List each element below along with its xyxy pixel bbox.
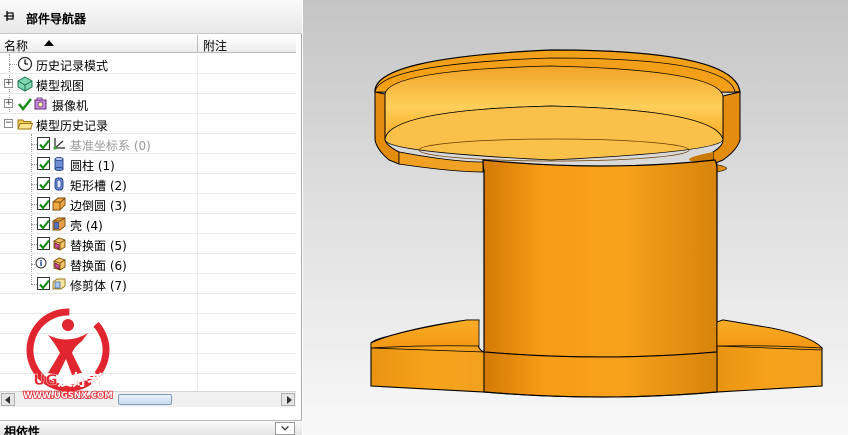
- note-cell: [197, 254, 198, 274]
- note-cell: [197, 174, 198, 194]
- tree-row-cameras[interactable]: + 摄像机: [0, 94, 296, 114]
- cylinder-icon: [54, 156, 64, 172]
- dependencies-panel-header[interactable]: 相依性: [0, 420, 302, 435]
- clock-icon: [17, 56, 33, 72]
- chevron-down-icon[interactable]: [275, 422, 295, 435]
- expand-toggle[interactable]: +: [4, 79, 13, 88]
- watermark-url: WWW.UGSNX.COM: [23, 391, 112, 401]
- flange-right-top: [716, 319, 823, 349]
- svg-text:i: i: [40, 259, 43, 268]
- note-cell: [197, 274, 198, 294]
- pin-icon[interactable]: [3, 10, 15, 22]
- note-cell: [197, 134, 198, 154]
- tree-row-feature[interactable]: 矩形槽 (2): [0, 174, 296, 194]
- feature-checkbox[interactable]: [37, 157, 50, 170]
- expand-toggle[interactable]: +: [4, 99, 13, 108]
- tree-row-history-mode[interactable]: 历史记录模式: [0, 54, 296, 74]
- feature-checkbox[interactable]: [37, 277, 50, 290]
- note-cell: [197, 374, 198, 390]
- replace-face-icon: [53, 257, 66, 271]
- tree-row-feature[interactable]: 圆柱 (1): [0, 154, 296, 174]
- ug-logo-watermark: UG爱好者 WWW.UGSNX.COM: [22, 308, 114, 402]
- column-note-header[interactable]: 附注: [203, 37, 227, 54]
- tree-label: 基准坐标系 (0): [70, 139, 151, 153]
- note-cell: [197, 114, 198, 134]
- cylinder-body: [482, 159, 718, 358]
- tree-label: 修剪体 (7): [70, 279, 127, 293]
- tree-label: 模型视图: [36, 79, 85, 93]
- trim-body-icon: [52, 278, 66, 290]
- info-icon[interactable]: i: [35, 256, 51, 272]
- note-cell: [197, 74, 198, 94]
- watermark-brand: UG爱好者: [33, 371, 103, 389]
- dependencies-title: 相依性: [4, 425, 41, 435]
- feature-checkbox[interactable]: [37, 217, 50, 230]
- collapse-toggle[interactable]: −: [4, 119, 13, 128]
- note-cell: [197, 154, 198, 174]
- tree-label: 替换面 (6): [70, 259, 127, 273]
- shell-icon: [52, 217, 66, 231]
- navigator-title: 部件导航器: [26, 12, 87, 26]
- feature-checkbox[interactable]: [37, 137, 50, 150]
- tree-row-model-history[interactable]: − 模型历史记录: [0, 114, 296, 134]
- part-model-3d[interactable]: [303, 0, 848, 435]
- arrow-right-icon: [287, 396, 292, 404]
- datum-csys-icon: [53, 138, 65, 150]
- navigator-title-bar: 部件导航器: [0, 0, 302, 34]
- tree-label: 壳 (4): [70, 219, 103, 233]
- graphics-viewport[interactable]: [303, 0, 848, 435]
- tree-row-feature[interactable]: 边倒圆 (3): [0, 194, 296, 214]
- sort-ascending-icon[interactable]: [44, 40, 54, 46]
- edge-blend-icon: [52, 197, 66, 211]
- tree-row-feature[interactable]: 壳 (4): [0, 214, 296, 234]
- note-cell: [197, 314, 198, 334]
- note-cell: [197, 54, 198, 74]
- scroll-right-button[interactable]: [281, 393, 295, 406]
- column-header: 名称 附注: [0, 35, 296, 53]
- flange-left-top: [370, 319, 480, 349]
- tree-label: 替换面 (5): [70, 239, 127, 253]
- cylinder-bottom: [483, 351, 718, 398]
- note-cell: [197, 214, 198, 234]
- tree-row-feature[interactable]: 替换面 (5): [0, 234, 296, 254]
- column-name-header[interactable]: 名称: [4, 37, 28, 54]
- tree-label: 圆柱 (1): [70, 159, 115, 173]
- model-view-icon: [17, 76, 33, 92]
- checkmark-icon: [18, 98, 32, 112]
- tree-label: 模型历史记录: [36, 119, 109, 133]
- note-cell: [197, 194, 198, 214]
- tree-label: 摄像机: [52, 99, 89, 113]
- note-cell: [197, 94, 198, 114]
- folder-open-icon: [17, 119, 33, 130]
- tree-row-feature[interactable]: 基准坐标系 (0): [0, 134, 296, 154]
- slot-icon: [54, 177, 64, 191]
- tree-label: 边倒圆 (3): [70, 199, 127, 213]
- feature-checkbox[interactable]: [37, 237, 50, 250]
- column-divider[interactable]: [197, 35, 198, 53]
- tree-row-model-views[interactable]: + 模型视图: [0, 74, 296, 94]
- note-cell: [197, 334, 198, 354]
- camera-icon: [34, 97, 47, 110]
- replace-face-icon: [53, 237, 66, 251]
- tree-row-feature[interactable]: i 替换面 (6): [0, 254, 296, 274]
- tree-row-feature[interactable]: 修剪体 (7): [0, 274, 296, 294]
- tree-label: 矩形槽 (2): [70, 179, 127, 193]
- note-cell: [197, 234, 198, 254]
- feature-checkbox[interactable]: [37, 177, 50, 190]
- note-cell: [197, 354, 198, 374]
- note-cell: [197, 294, 198, 314]
- tree-label: 历史记录模式: [36, 59, 109, 73]
- feature-checkbox[interactable]: [37, 197, 50, 210]
- part-navigator-panel: 部件导航器 名称 附注 历史记录模式 + 模型视图 + 摄像机 − 模型历史记录…: [0, 0, 302, 435]
